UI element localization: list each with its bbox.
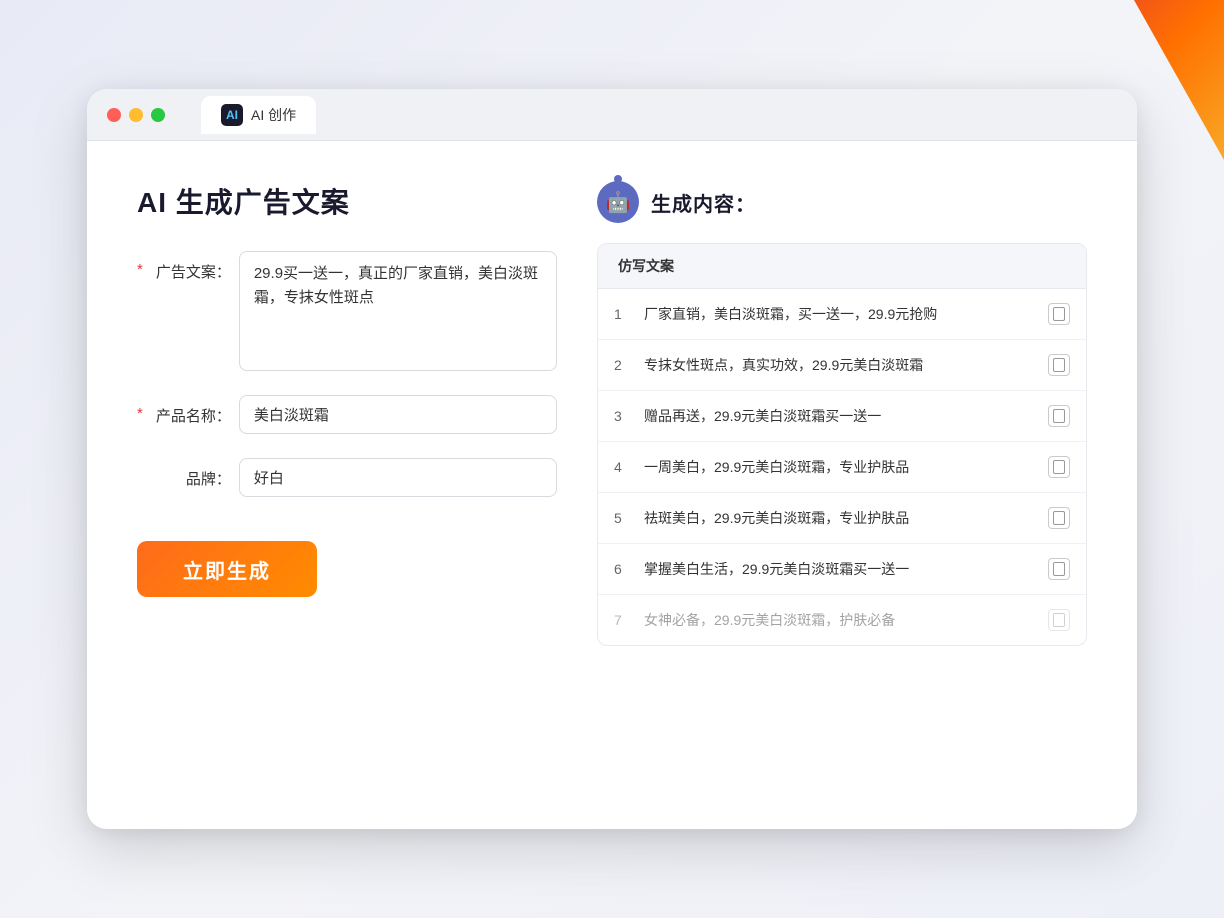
copy-button-2[interactable] [1048,354,1070,376]
ad-copy-group: * 广告文案： [137,251,557,371]
row-text-2: 专抹女性斑点，真实功效，29.9元美白淡斑霜 [644,355,1036,376]
ad-copy-required: * [137,251,143,278]
row-number-7: 7 [614,612,632,628]
result-row-3: 3 赠品再送，29.9元美白淡斑霜买一送一 [598,391,1086,442]
ad-copy-input[interactable] [239,251,557,371]
brand-group: * 品牌： [137,458,557,497]
tab-label: AI 创作 [251,105,296,125]
row-number-3: 3 [614,408,632,424]
row-text-4: 一周美白，29.9元美白淡斑霜，专业护肤品 [644,457,1036,478]
tab-bar: AI AI 创作 [201,96,316,134]
result-title: 生成内容： [651,188,756,217]
result-table: 仿写文案 1 厂家直销，美白淡斑霜，买一送一，29.9元抢购 2 专抹女性斑点，… [597,243,1087,646]
copy-button-7[interactable] [1048,609,1070,631]
product-name-label: 产品名称： [151,395,231,426]
result-row-4: 4 一周美白，29.9元美白淡斑霜，专业护肤品 [598,442,1086,493]
result-row-1: 1 厂家直销，美白淡斑霜，买一送一，29.9元抢购 [598,289,1086,340]
result-row-5: 5 祛斑美白，29.9元美白淡斑霜，专业护肤品 [598,493,1086,544]
brand-input[interactable] [239,458,557,497]
brand-label: 品牌： [151,458,231,489]
copy-button-5[interactable] [1048,507,1070,529]
robot-icon: 🤖 [597,181,639,223]
product-name-input[interactable] [239,395,557,434]
left-panel: AI 生成广告文案 * 广告文案： * 产品名称： * 品牌： 立即生成 [137,181,557,789]
result-table-header: 仿写文案 [598,244,1086,289]
row-number-6: 6 [614,561,632,577]
right-panel: 🤖 生成内容： 仿写文案 1 厂家直销，美白淡斑霜，买一送一，29.9元抢购 2… [597,181,1087,789]
generate-button[interactable]: 立即生成 [137,541,317,597]
result-row-6: 6 掌握美白生活，29.9元美白淡斑霜买一送一 [598,544,1086,595]
row-text-7: 女神必备，29.9元美白淡斑霜，护肤必备 [644,610,1036,631]
browser-titlebar: AI AI 创作 [87,89,1137,141]
row-number-4: 4 [614,459,632,475]
copy-button-3[interactable] [1048,405,1070,427]
ad-copy-label: 广告文案： [151,251,231,282]
result-row-7: 7 女神必备，29.9元美白淡斑霜，护肤必备 [598,595,1086,645]
product-name-group: * 产品名称： [137,395,557,434]
ai-tab-icon: AI [221,104,243,126]
row-text-3: 赠品再送，29.9元美白淡斑霜买一送一 [644,406,1036,427]
result-row-2: 2 专抹女性斑点，真实功效，29.9元美白淡斑霜 [598,340,1086,391]
browser-window: AI AI 创作 AI 生成广告文案 * 广告文案： * 产品名称： [87,89,1137,829]
browser-content: AI 生成广告文案 * 广告文案： * 产品名称： * 品牌： 立即生成 [87,141,1137,829]
copy-button-6[interactable] [1048,558,1070,580]
row-number-5: 5 [614,510,632,526]
result-header: 🤖 生成内容： [597,181,1087,223]
row-text-1: 厂家直销，美白淡斑霜，买一送一，29.9元抢购 [644,304,1036,325]
row-number-1: 1 [614,306,632,322]
active-tab[interactable]: AI AI 创作 [201,96,316,134]
copy-button-4[interactable] [1048,456,1070,478]
traffic-lights [107,108,165,122]
row-text-5: 祛斑美白，29.9元美白淡斑霜，专业护肤品 [644,508,1036,529]
copy-button-1[interactable] [1048,303,1070,325]
robot-face: 🤖 [606,190,631,215]
minimize-button[interactable] [129,108,143,122]
row-text-6: 掌握美白生活，29.9元美白淡斑霜买一送一 [644,559,1036,580]
page-title: AI 生成广告文案 [137,181,557,221]
product-required: * [137,395,143,422]
close-button[interactable] [107,108,121,122]
maximize-button[interactable] [151,108,165,122]
row-number-2: 2 [614,357,632,373]
